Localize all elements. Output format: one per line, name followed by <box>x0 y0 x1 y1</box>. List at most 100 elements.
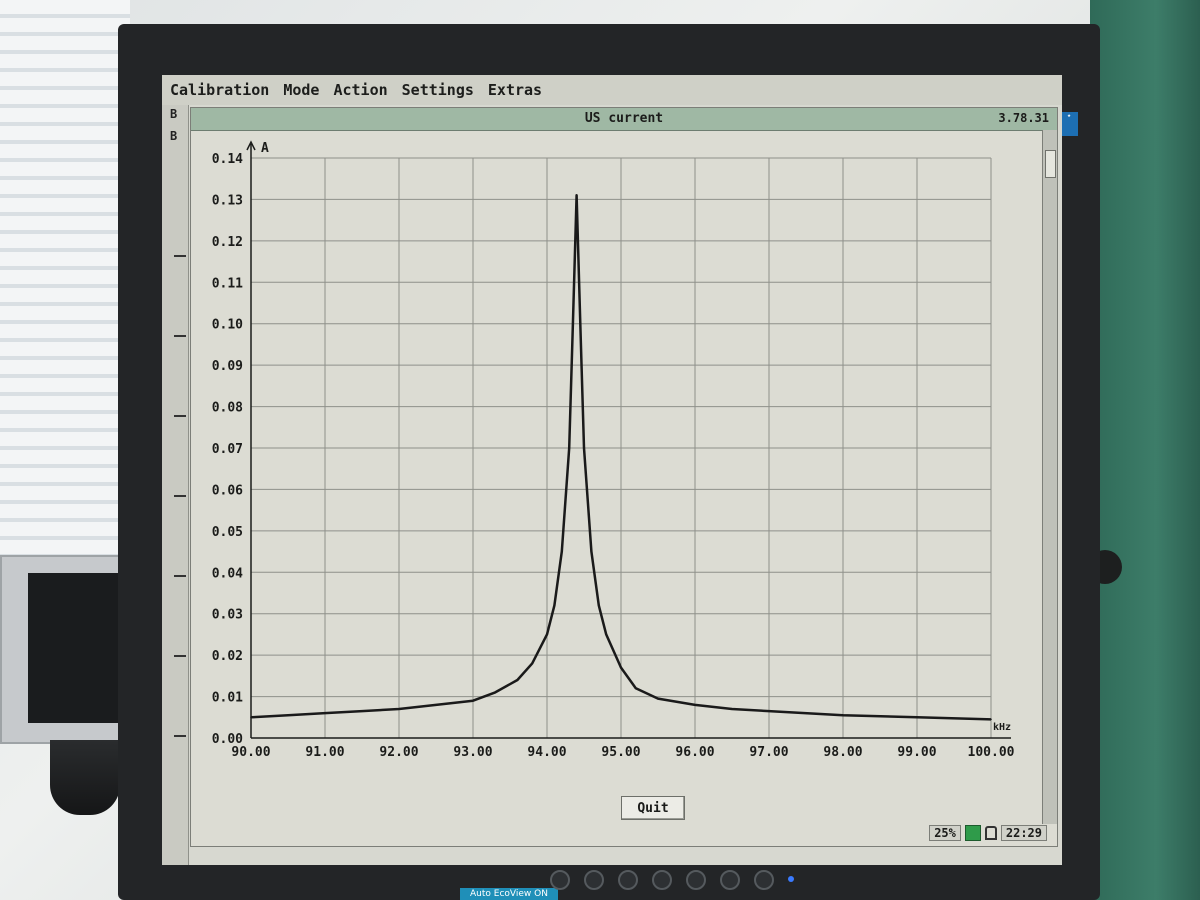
y-tick-label: 0.07 <box>212 442 243 457</box>
us-current-chart: AkHz 90.00 91.00 92.00 93.00 94.00 95.00 96.00… <box>212 140 1015 760</box>
data-point <box>531 662 533 665</box>
lock-icon <box>984 826 997 840</box>
y-tick-label: 0.11 <box>212 276 243 291</box>
energy-star-logo: ★ <box>1060 112 1078 136</box>
data-point <box>916 716 918 719</box>
strip-tick <box>174 255 186 257</box>
monitor-button-right[interactable] <box>720 870 740 890</box>
monitor-button-enter[interactable] <box>686 870 706 890</box>
power-led <box>788 876 794 882</box>
data-point <box>605 633 607 636</box>
data-point <box>553 604 556 607</box>
data-point <box>768 710 770 712</box>
background-monitor-stand <box>50 740 120 815</box>
monitor-power-button[interactable] <box>754 870 774 890</box>
strip-tick <box>174 335 186 337</box>
status-bar: 25% 22:29 <box>929 824 1047 842</box>
eco-view-label: Auto EcoView ON <box>460 888 558 900</box>
y-tick-label: 0.03 <box>212 608 243 623</box>
data-point <box>731 708 733 710</box>
window-title: US current <box>584 111 664 126</box>
data-point <box>842 714 844 717</box>
data-point <box>435 704 437 706</box>
monitor-button-left[interactable] <box>652 870 672 890</box>
x-tick-label: 98.00 <box>823 745 862 760</box>
plot-window: US current 3.78.31 AkHz 90.00 91.00 92.00 9… <box>190 107 1058 847</box>
strip-label-1: B <box>170 107 178 121</box>
data-point <box>361 710 363 712</box>
strip-tick <box>174 495 186 497</box>
version-label: 3.78.31 <box>998 111 1049 125</box>
data-point <box>287 714 289 717</box>
y-tick-label: 0.01 <box>212 691 243 706</box>
screen: Calibration Mode Action Settings Extras … <box>162 75 1062 865</box>
x-tick-label: 99.00 <box>897 745 936 760</box>
x-tick-label: 93.00 <box>453 745 492 760</box>
monitor-button-1[interactable] <box>550 870 570 890</box>
chart-axes: AkHz <box>246 140 1011 739</box>
menu-extras[interactable]: Extras <box>488 81 542 99</box>
window-titlebar: US current 3.78.31 <box>191 108 1057 131</box>
strip-tick <box>174 735 186 737</box>
data-point <box>579 322 582 325</box>
y-axis-unit-label: A <box>261 141 269 156</box>
x-tick-label: 91.00 <box>305 745 344 760</box>
data-point <box>657 697 659 700</box>
monitor-button-3[interactable] <box>618 870 638 890</box>
data-point <box>324 712 326 714</box>
data-point <box>568 447 570 449</box>
y-tick-label: 0.04 <box>212 566 243 581</box>
data-point <box>398 708 400 710</box>
y-tick-label: 0.09 <box>212 359 243 374</box>
monitor-button-2[interactable] <box>584 870 604 890</box>
menu-bar: Calibration Mode Action Settings Extras <box>162 75 1062 105</box>
data-point <box>598 604 600 607</box>
chart-grid <box>251 157 992 738</box>
scrollbar-thumb[interactable] <box>1045 150 1056 178</box>
x-tick-label: 95.00 <box>601 745 640 760</box>
quit-button[interactable]: Quit <box>621 796 685 820</box>
menu-action[interactable]: Action <box>333 81 387 99</box>
clock: 22:29 <box>1000 825 1047 841</box>
strip-tick <box>174 575 186 577</box>
menu-settings[interactable]: Settings <box>402 81 474 99</box>
strip-tick <box>174 415 186 417</box>
background-monitor-screen <box>28 573 120 723</box>
background-window <box>0 0 130 560</box>
monitor-control-bar: Auto EcoView ON <box>160 862 1060 900</box>
data-point <box>572 322 574 325</box>
y-tick-label: 0.05 <box>212 525 243 540</box>
x-tick-label: 100.00 <box>968 745 1015 760</box>
data-point <box>561 550 563 553</box>
y-tick-label: 0.06 <box>212 483 243 498</box>
data-point <box>590 550 593 553</box>
x-tick-label: 94.00 <box>527 745 566 760</box>
data-point <box>494 691 497 694</box>
data-point <box>620 666 622 669</box>
y-tick-label: 0.14 <box>212 152 243 167</box>
strip-label-2: B <box>170 129 178 143</box>
x-tick-label: 96.00 <box>675 745 714 760</box>
y-tick-label: 0.02 <box>212 649 243 664</box>
data-point <box>546 633 548 636</box>
background-window-strip: B B <box>162 105 189 865</box>
data-point <box>250 716 252 719</box>
y-tick-label: 0.08 <box>212 401 243 416</box>
y-tick-label: 0.10 <box>212 318 243 333</box>
y-tick-label: 0.13 <box>212 193 243 208</box>
x-tick-label: 92.00 <box>379 745 418 760</box>
y-tick-label: 0.12 <box>212 235 243 250</box>
y-tick-label: 0.00 <box>212 732 243 747</box>
chart-tick-labels: 90.00 91.00 92.00 93.00 94.00 95.00 96.00 97.00… <box>212 152 1015 760</box>
strip-tick <box>174 655 186 657</box>
menu-calibration[interactable]: Calibration <box>170 81 269 99</box>
vertical-scrollbar[interactable] <box>1042 130 1057 824</box>
background-monitor <box>0 555 126 744</box>
menu-mode[interactable]: Mode <box>283 81 319 99</box>
zoom-level: 25% <box>929 825 961 841</box>
data-point <box>990 718 992 721</box>
x-tick-label: 90.00 <box>231 745 270 760</box>
data-point <box>516 679 519 681</box>
status-indicator-icon <box>964 825 981 841</box>
x-axis-unit-label: kHz <box>993 722 1011 733</box>
